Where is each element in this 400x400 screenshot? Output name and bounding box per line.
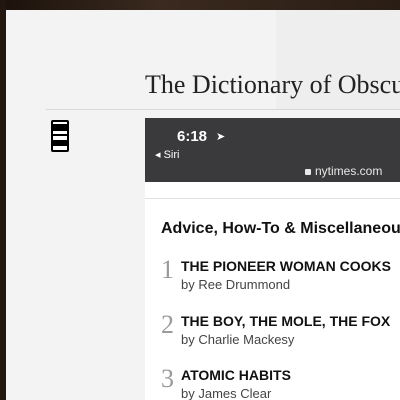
book-author: by Charlie Mackesy — [181, 332, 295, 347]
lock-icon — [305, 169, 311, 175]
title-divider — [46, 109, 400, 110]
book-author: by James Clear — [181, 386, 272, 400]
back-to-siri-link[interactable]: ◂ Siri — [155, 148, 179, 161]
page: The Dictionary of Obscure Sorrows 6:18 ➤… — [6, 10, 400, 400]
page-title: The Dictionary of Obscure Sorrows — [145, 70, 400, 99]
document-icon-bar — [53, 134, 67, 136]
book-title[interactable]: THE PIONEER WOMAN COOKS — [181, 258, 391, 274]
book-title[interactable]: ATOMIC HABITS — [181, 367, 291, 383]
background-frame-top — [0, 0, 400, 10]
url-bar[interactable]: nytimes.com — [305, 164, 382, 178]
book-title[interactable]: THE BOY, THE MOLE, THE FOX — [181, 313, 390, 329]
document-icon-bar — [53, 140, 67, 146]
phone-screenshot: 6:18 ➤ ◂ Siri nytimes.com Advice, How-To… — [145, 118, 400, 400]
url-text: nytimes.com — [315, 164, 383, 178]
location-arrow-icon: ➤ — [216, 131, 226, 143]
document-icon-bar — [53, 124, 67, 131]
book-rank: 2 — [161, 310, 174, 339]
book-rank: 1 — [161, 255, 174, 284]
status-bar: 6:18 ➤ ◂ Siri nytimes.com — [145, 118, 400, 182]
book-author: by Ree Drummond — [181, 277, 291, 292]
document-icon[interactable] — [51, 120, 69, 152]
book-rank: 3 — [161, 364, 174, 393]
section-divider — [145, 198, 400, 199]
status-time: 6:18 — [177, 128, 208, 145]
section-heading: Advice, How-To & Miscellaneous — [161, 220, 400, 237]
